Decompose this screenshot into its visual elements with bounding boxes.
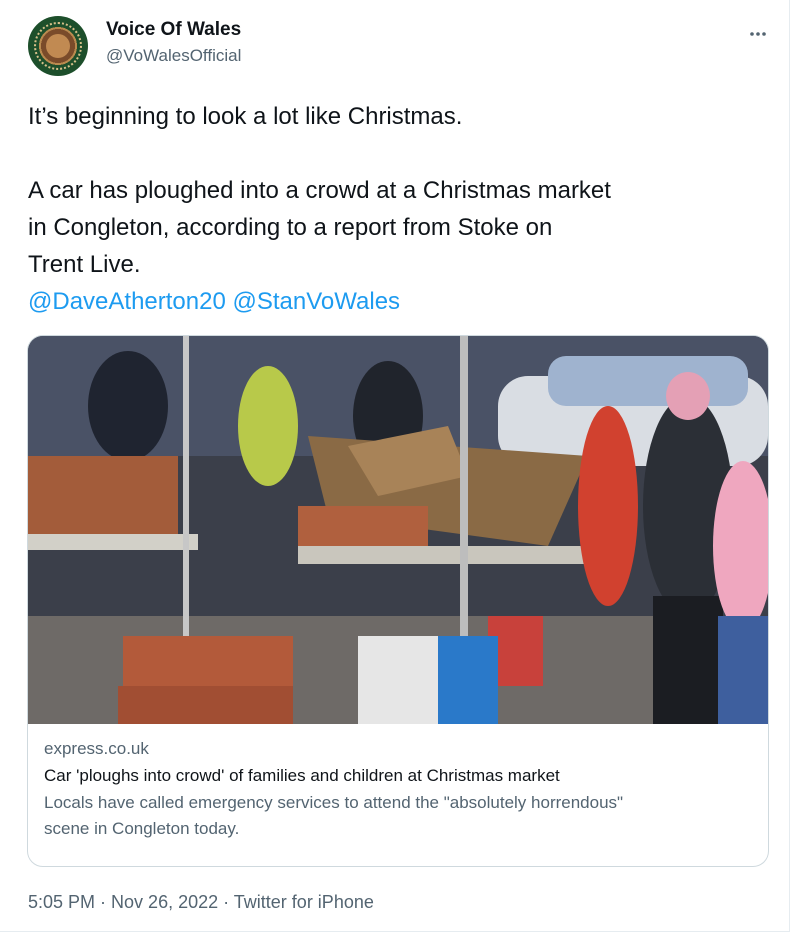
link-card-description-line-1: Locals have called emergency services to… — [44, 793, 624, 812]
tweet-client[interactable]: Twitter for iPhone — [234, 892, 374, 912]
tweet-paragraph-2-line-3: Trent Live. — [28, 251, 141, 278]
avatar-emblem — [46, 34, 70, 58]
author-handle[interactable]: @VoWalesOfficial — [106, 44, 241, 68]
author-display-name[interactable]: Voice Of Wales — [106, 18, 241, 42]
tweet-footer: 5:05 PM · Nov 26, 2022 · Twitter for iPh… — [28, 888, 374, 916]
separator: · — [218, 892, 234, 912]
link-card-image[interactable] — [28, 336, 768, 724]
link-card-domain: express.co.uk — [44, 739, 149, 758]
mention-link[interactable]: @DaveAtherton20 — [28, 288, 226, 315]
tweet-date[interactable]: Nov 26, 2022 — [111, 892, 218, 912]
tweet-time[interactable]: 5:05 PM — [28, 892, 95, 912]
author-names: Voice Of Wales @VoWalesOfficial — [106, 18, 241, 68]
separator: · — [95, 892, 112, 912]
avatar[interactable] — [28, 16, 88, 76]
link-card[interactable]: express.co.uk Car 'ploughs into crowd' o… — [27, 335, 769, 867]
tweet-paragraph-2-line-2: in Congleton, according to a report from… — [28, 214, 553, 241]
link-card-meta: express.co.uk Car 'ploughs into crowd' o… — [44, 736, 754, 842]
link-card-description-line-2: scene in Congleton today. — [44, 819, 240, 838]
tweet-header: Voice Of Wales @VoWalesOfficial — [28, 16, 770, 76]
tweet-paragraph-2-line-1: A car has ploughed into a crowd at a Chr… — [28, 177, 611, 204]
mentions-line: @DaveAtherton20 @StanVoWales — [28, 283, 770, 320]
link-card-title: Car 'ploughs into crowd' of families and… — [44, 766, 560, 785]
mention-link[interactable]: @StanVoWales — [232, 288, 400, 315]
more-options-icon[interactable] — [746, 22, 770, 46]
tweet-text: It’s beginning to look a lot like Christ… — [28, 98, 770, 320]
tweet-line-1: It’s beginning to look a lot like Christ… — [28, 103, 463, 130]
tweet: Voice Of Wales @VoWalesOfficial It’s beg… — [0, 0, 790, 932]
